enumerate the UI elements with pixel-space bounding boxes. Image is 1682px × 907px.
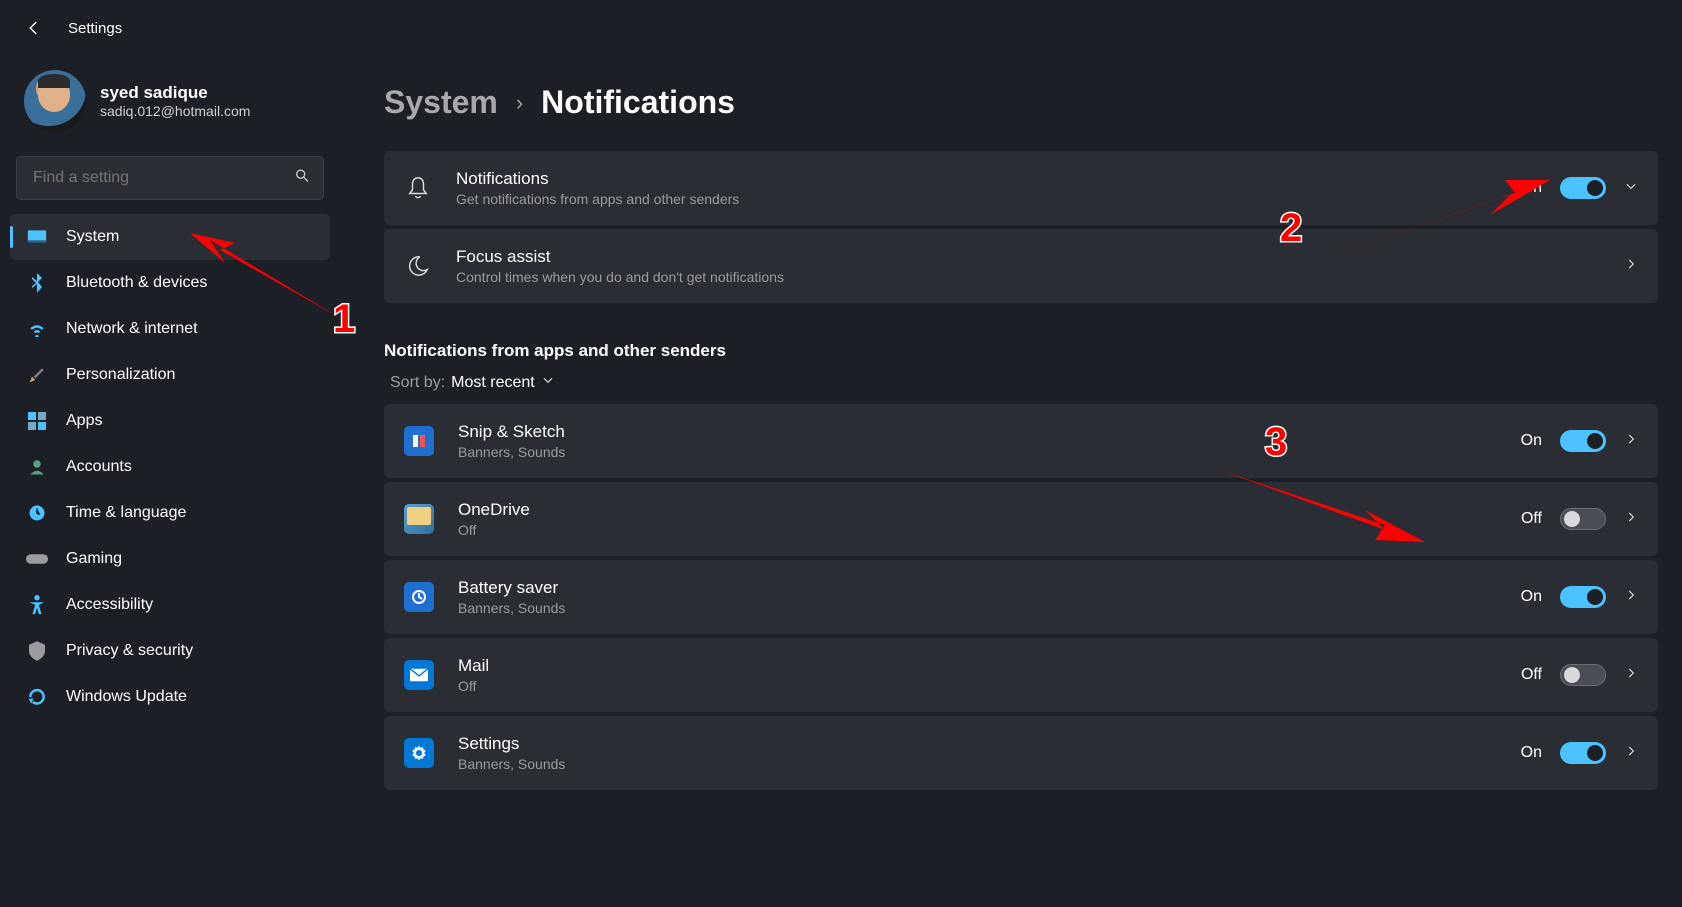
sidebar-item-label: Accessibility [66, 596, 153, 614]
clock-icon [26, 502, 48, 524]
sidebar-item-privacy[interactable]: Privacy & security [10, 628, 330, 674]
breadcrumb-parent[interactable]: System [384, 84, 498, 121]
app-subtitle: Off [458, 678, 1497, 694]
onedrive-icon [404, 504, 434, 534]
sidebar-item-label: Windows Update [66, 688, 187, 706]
bluetooth-icon [26, 272, 48, 294]
annotation-arrow-2 [1310, 175, 1560, 280]
sidebar-item-personalization[interactable]: Personalization [10, 352, 330, 398]
app-name: Battery saver [458, 578, 1497, 598]
app-title: Settings [68, 20, 122, 37]
sidebar-item-label: Gaming [66, 550, 122, 568]
app-name: Snip & Sketch [458, 422, 1497, 442]
sidebar-item-accounts[interactable]: Accounts [10, 444, 330, 490]
sidebar-item-label: Apps [66, 412, 102, 430]
chevron-right-icon [1624, 588, 1638, 607]
sidebar-item-gaming[interactable]: Gaming [10, 536, 330, 582]
annotation-number-2: 2 [1280, 206, 1302, 251]
sidebar-item-label: Privacy & security [66, 642, 193, 660]
app-toggle[interactable] [1560, 430, 1606, 452]
person-icon [26, 456, 48, 478]
settings-app-icon [404, 738, 434, 768]
section-header: Notifications from apps and other sender… [384, 341, 1658, 361]
chevron-down-icon[interactable] [1624, 179, 1638, 198]
annotation-arrow-3 [1210, 460, 1430, 565]
search-icon [294, 168, 310, 189]
moon-icon [404, 252, 432, 280]
chevron-right-icon [1624, 666, 1638, 685]
app-row[interactable]: Snip & Sketch Banners, Sounds On [384, 404, 1658, 478]
system-icon [26, 226, 48, 248]
app-name: Settings [458, 734, 1497, 754]
sort-value: Most recent [451, 374, 535, 392]
shield-icon [26, 640, 48, 662]
apps-icon [26, 410, 48, 432]
breadcrumb-current: Notifications [541, 84, 735, 121]
snip-sketch-icon [404, 426, 434, 456]
sidebar-item-label: Personalization [66, 366, 175, 384]
app-name: Mail [458, 656, 1497, 676]
mail-icon [404, 660, 434, 690]
app-subtitle: Banners, Sounds [458, 444, 1497, 460]
profile-name: syed sadique [100, 83, 250, 103]
app-toggle[interactable] [1560, 508, 1606, 530]
toggle-state-label: On [1521, 432, 1542, 450]
sidebar-item-label: Accounts [66, 458, 132, 476]
chevron-right-icon [1624, 257, 1638, 276]
sidebar-item-update[interactable]: Windows Update [10, 674, 330, 720]
toggle-state-label: On [1521, 744, 1542, 762]
update-icon [26, 686, 48, 708]
chevron-down-icon [541, 373, 555, 392]
annotation-number-3: 3 [1265, 420, 1287, 465]
annotation-number-1: 1 [333, 297, 355, 342]
avatar [24, 70, 86, 132]
bell-icon [404, 174, 432, 202]
app-toggle[interactable] [1560, 664, 1606, 686]
search-wrap [16, 156, 324, 200]
app-subtitle: Banners, Sounds [458, 600, 1497, 616]
sidebar-item-label: System [66, 228, 119, 246]
breadcrumb: System › Notifications [384, 84, 1658, 121]
app-row[interactable]: OneDrive Off Off [384, 482, 1658, 556]
toggle-state-label: On [1521, 588, 1542, 606]
notifications-toggle[interactable] [1560, 177, 1606, 199]
app-toggle[interactable] [1560, 742, 1606, 764]
battery-icon [404, 582, 434, 612]
brush-icon [26, 364, 48, 386]
app-row[interactable]: Battery saver Banners, Sounds On [384, 560, 1658, 634]
chevron-right-icon [1624, 744, 1638, 763]
wifi-icon [26, 318, 48, 340]
back-button[interactable] [24, 18, 44, 38]
app-toggle[interactable] [1560, 586, 1606, 608]
app-subtitle: Banners, Sounds [458, 756, 1497, 772]
chevron-right-icon: › [516, 90, 523, 116]
chevron-right-icon [1624, 510, 1638, 529]
sidebar-item-accessibility[interactable]: Accessibility [10, 582, 330, 628]
search-input[interactable] [16, 156, 324, 200]
annotation-arrow-1 [170, 218, 350, 343]
sidebar-item-time[interactable]: Time & language [10, 490, 330, 536]
chevron-right-icon [1624, 432, 1638, 451]
main-content: System › Notifications Notifications Get… [340, 50, 1682, 794]
app-row[interactable]: Settings Banners, Sounds On [384, 716, 1658, 790]
toggle-state-label: Off [1521, 510, 1542, 528]
sidebar-item-label: Time & language [66, 504, 186, 522]
accessibility-icon [26, 594, 48, 616]
gamepad-icon [26, 548, 48, 570]
sort-label: Sort by: [390, 374, 445, 392]
profile-email: sadiq.012@hotmail.com [100, 103, 250, 119]
sidebar: syed sadique sadiq.012@hotmail.com Syste… [0, 50, 340, 794]
topbar: Settings [0, 0, 1682, 50]
sort-dropdown[interactable]: Sort by: Most recent [384, 373, 1658, 392]
profile-block[interactable]: syed sadique sadiq.012@hotmail.com [10, 60, 330, 156]
app-row[interactable]: Mail Off Off [384, 638, 1658, 712]
sidebar-item-apps[interactable]: Apps [10, 398, 330, 444]
toggle-state-label: Off [1521, 666, 1542, 684]
